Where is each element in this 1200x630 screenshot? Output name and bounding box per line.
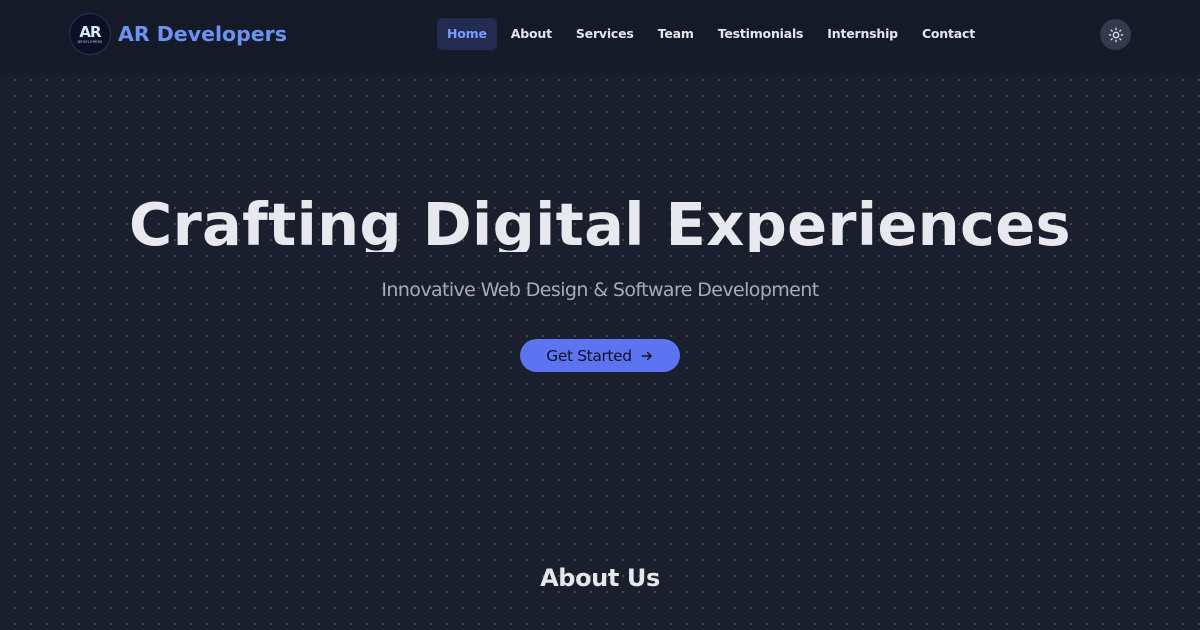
nav-link-services[interactable]: Services — [566, 18, 644, 50]
navbar: AR DEVELOPERS AR Developers Home About S… — [0, 0, 1200, 70]
nav-link-about[interactable]: About — [501, 18, 562, 50]
nav-link-testimonials[interactable]: Testimonials — [708, 18, 814, 50]
nav-link-home[interactable]: Home — [437, 18, 497, 50]
brand-logo[interactable]: AR DEVELOPERS — [69, 13, 111, 55]
nav-link-contact[interactable]: Contact — [912, 18, 985, 50]
logo-subtext: DEVELOPERS — [77, 40, 103, 44]
get-started-button[interactable]: Get Started — [520, 339, 680, 372]
theme-toggle-button[interactable] — [1100, 19, 1131, 50]
nav-link-internship[interactable]: Internship — [817, 18, 908, 50]
hero-subtitle: Innovative Web Design & Software Develop… — [381, 279, 819, 301]
brand-name[interactable]: AR Developers — [118, 22, 287, 46]
hero-title: Crafting Digital Experiences — [129, 190, 1071, 252]
arrow-right-icon — [640, 349, 654, 363]
get-started-label: Get Started — [546, 346, 632, 365]
brand[interactable]: AR DEVELOPERS AR Developers — [69, 12, 287, 56]
logo-mark: AR — [79, 23, 101, 41]
nav-link-team[interactable]: Team — [648, 18, 704, 50]
nav-links: Home About Services Team Testimonials In… — [437, 18, 989, 50]
about-section-heading: About Us — [540, 564, 660, 592]
sun-icon — [1108, 27, 1123, 42]
